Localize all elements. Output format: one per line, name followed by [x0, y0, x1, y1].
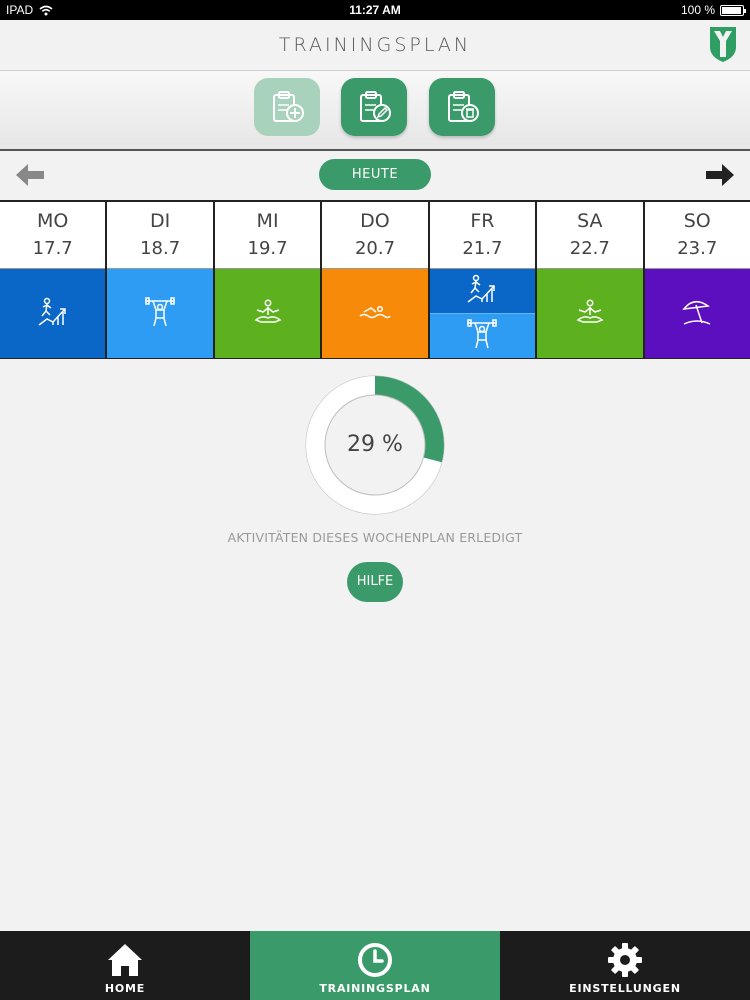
day-header: SA 22.7: [537, 202, 643, 269]
day-activities: [644, 269, 750, 359]
gear-icon: [608, 943, 642, 977]
app-header: TRAININGSPLAN: [0, 20, 750, 71]
activity-cell[interactable]: [107, 269, 213, 358]
day-header: MI 19.7: [214, 202, 321, 269]
plan-toolbar: [0, 71, 750, 151]
clock-time: 11:27 AM: [349, 3, 401, 17]
day-activities: [429, 269, 536, 359]
day-date: 17.7: [32, 238, 73, 259]
week-navigation: HEUTE: [0, 153, 750, 199]
activity-cell[interactable]: [214, 269, 321, 358]
day-activities: [214, 269, 321, 359]
day-column-mo[interactable]: MO 17.7: [0, 202, 108, 359]
day-column-mi[interactable]: MI 19.7: [214, 202, 323, 359]
day-header: SO 23.7: [644, 202, 750, 269]
edit-plan-button[interactable]: [341, 78, 407, 136]
activity-cell[interactable]: [322, 269, 428, 358]
delete-plan-button[interactable]: [429, 78, 495, 136]
tab-home-label: HOME: [104, 982, 146, 995]
day-header: DI 18.7: [107, 202, 213, 269]
day-column-do[interactable]: DO 20.7: [322, 202, 430, 359]
day-date: 23.7: [677, 238, 718, 259]
day-activities: [537, 269, 643, 359]
day-header: MO 17.7: [0, 202, 106, 269]
day-date: 22.7: [569, 238, 610, 259]
week-grid: MO 17.7 DI 18.7 MI 19.7 DO 20.7 FR 21.7 SA 22.7 SO 23…: [0, 200, 750, 359]
day-name: MO: [37, 210, 69, 232]
tab-trainingsplan-label: TRAININGSPLAN: [319, 982, 431, 995]
day-date: 21.7: [462, 238, 503, 259]
clock-icon: [358, 943, 392, 977]
day-header: DO 20.7: [322, 202, 428, 269]
previous-week-arrow-icon[interactable]: [14, 161, 46, 189]
day-name: SO: [683, 210, 711, 232]
weightlifting-icon: [465, 318, 499, 354]
meditation-icon: [251, 298, 285, 330]
help-button[interactable]: HILFE: [347, 562, 403, 602]
day-activities: [322, 269, 428, 359]
meditation-icon: [573, 298, 607, 330]
tab-einstellungen[interactable]: EINSTELLUNGEN: [500, 931, 750, 1000]
day-column-fr[interactable]: FR 21.7: [429, 202, 538, 359]
battery-percent: 100 %: [680, 3, 715, 17]
day-column-di[interactable]: DI 18.7: [107, 202, 215, 359]
clipboard-delete-icon: [448, 91, 479, 122]
tab-einstellungen-label: EINSTELLUNGEN: [569, 982, 681, 995]
day-date: 19.7: [247, 238, 288, 259]
clipboard-edit-icon: [360, 91, 391, 122]
bottom-tab-bar: HOME TRAININGSPLAN EINSTELLUNGEN: [0, 931, 750, 1000]
day-name: FR: [470, 210, 495, 232]
day-name: SA: [577, 210, 603, 232]
day-activities: [107, 269, 213, 359]
activity-cell[interactable]: [537, 269, 643, 358]
day-header: FR 21.7: [429, 202, 536, 269]
beach-rest-icon: [680, 297, 714, 331]
day-name: DO: [360, 210, 390, 232]
tab-home[interactable]: HOME: [0, 931, 250, 1000]
activity-cell[interactable]: [0, 269, 106, 358]
progress-running-icon: [35, 297, 71, 331]
clipboard-add-icon: [273, 91, 304, 122]
next-week-arrow-icon[interactable]: [704, 161, 736, 189]
day-column-sa[interactable]: SA 22.7: [537, 202, 645, 359]
app-logo: [710, 27, 736, 62]
today-button[interactable]: HEUTE: [319, 159, 431, 190]
day-name: MI: [256, 210, 279, 232]
progress-percent: 29 %: [347, 432, 403, 457]
weightlifting-icon: [143, 296, 177, 332]
battery-icon: [720, 4, 746, 16]
day-name: DI: [150, 210, 171, 232]
progress-caption: AKTIVITÄTEN DIESES WOCHENPLAN ERLEDIGT: [227, 530, 523, 545]
day-activities: [0, 269, 106, 359]
home-icon: [108, 944, 142, 976]
day-column-so[interactable]: SO 23.7: [644, 202, 750, 359]
day-date: 18.7: [140, 238, 181, 259]
status-bar: IPAD 11:27 AM 100 %: [0, 0, 750, 20]
battery-status: 100 %: [680, 3, 746, 17]
progress-running-icon: [464, 274, 500, 308]
activity-cell[interactable]: [429, 313, 536, 358]
add-plan-button[interactable]: [254, 78, 320, 136]
tab-trainingsplan[interactable]: TRAININGSPLAN: [250, 931, 500, 1000]
day-date: 20.7: [354, 238, 396, 259]
activity-cell[interactable]: [644, 269, 750, 358]
app-screen: IPAD 11:27 AM 100 % TRAININGSPLAN HEUTE …: [0, 0, 750, 1000]
progress-ring: 29 %: [296, 366, 454, 524]
page-title: TRAININGSPLAN: [278, 34, 472, 56]
swimming-icon: [358, 300, 392, 328]
activity-cell[interactable]: [429, 269, 536, 313]
